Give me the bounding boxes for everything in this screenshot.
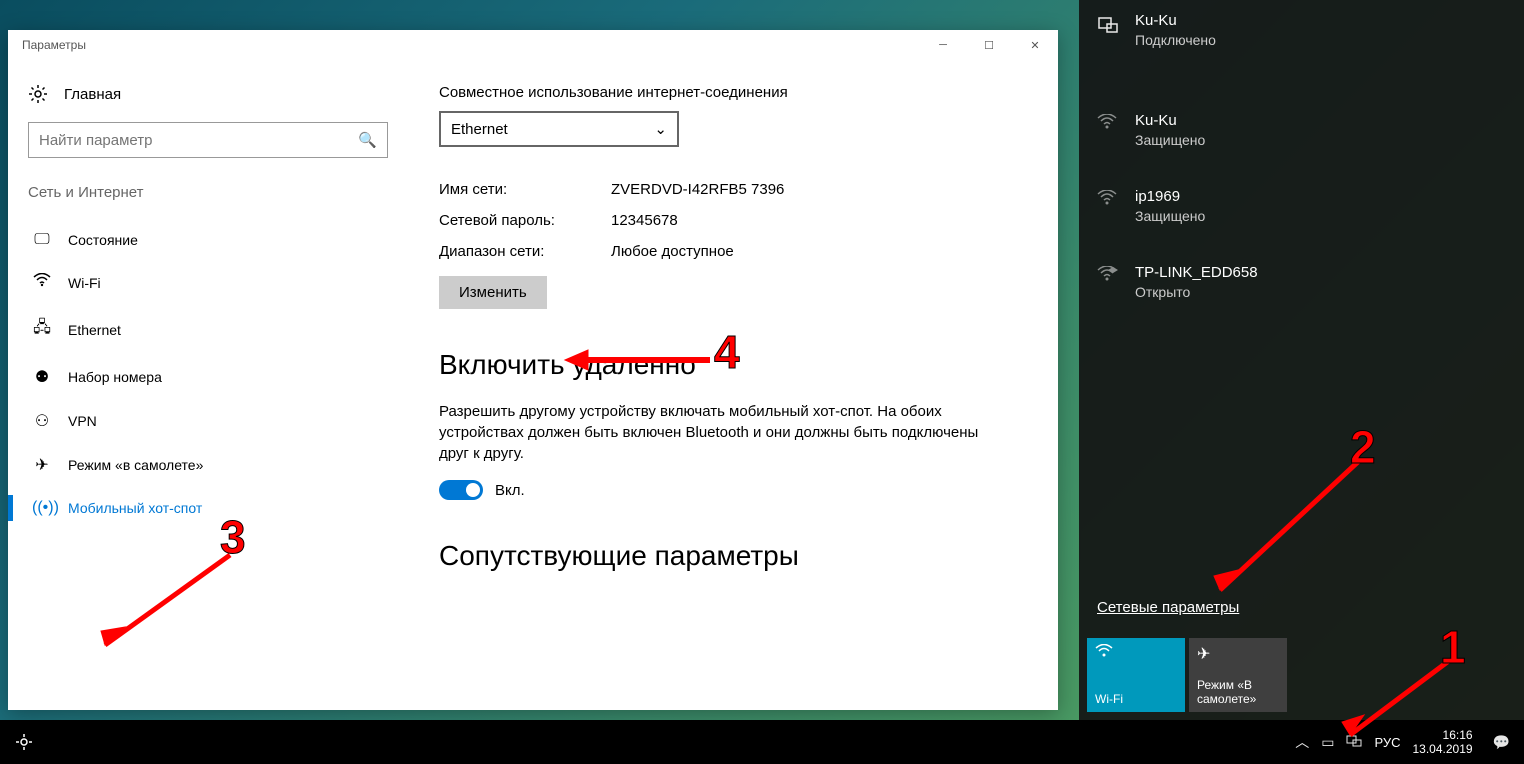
time: 16:16: [1443, 728, 1473, 742]
network-item[interactable]: Ku-Ku Защищено: [1079, 100, 1524, 160]
sidebar-item-wifi[interactable]: Wi-Fi: [28, 261, 403, 304]
battery-icon[interactable]: ▭: [1321, 734, 1334, 751]
network-name: TP-LINK_EDD658: [1135, 264, 1258, 281]
remote-desc: Разрешить другому устройству включать мо…: [439, 401, 979, 464]
share-dropdown[interactable]: Ethernet ⌄: [439, 111, 679, 147]
nav-label: Мобильный хот-спот: [68, 500, 202, 516]
wifi-icon: [32, 273, 52, 292]
sidebar: Главная 🔍 Сеть и Интернет 🖵 Состояние Wi…: [8, 60, 423, 710]
section-label: Сеть и Интернет: [28, 184, 403, 201]
settings-window: Параметры ─ ☐ ✕ Главная 🔍 Сеть и Интерне…: [8, 30, 1058, 710]
ethernet-icon: 🖧: [32, 316, 52, 343]
wifi-open-icon: [1097, 266, 1119, 288]
dropdown-value: Ethernet: [451, 121, 508, 138]
network-status: Подключено: [1135, 32, 1216, 48]
ethernet-icon: [1097, 14, 1119, 36]
search-field[interactable]: [39, 132, 358, 149]
prop-val-name: ZVERDVD-I42RFB5 7396: [611, 181, 784, 198]
search-input[interactable]: 🔍: [28, 122, 388, 158]
hotspot-icon: ((•)): [32, 499, 52, 517]
sidebar-item-dialup[interactable]: ⚉ Набор номера: [28, 355, 403, 399]
home-link[interactable]: Главная: [28, 84, 403, 104]
sidebar-item-status[interactable]: 🖵 Состояние: [28, 219, 403, 261]
network-status: Открыто: [1135, 284, 1258, 300]
clock[interactable]: 16:16 13.04.2019: [1413, 728, 1473, 757]
nav-label: VPN: [68, 413, 97, 429]
network-name: ip1969: [1135, 188, 1205, 205]
network-name: Ku-Ku: [1135, 112, 1205, 129]
sidebar-item-hotspot[interactable]: ((•)) Мобильный хот-спот: [28, 487, 403, 529]
prop-val-password: 12345678: [611, 212, 678, 229]
wifi-icon: [1097, 114, 1119, 136]
quick-action-wifi[interactable]: Wi-Fi: [1087, 638, 1185, 712]
sidebar-item-airplane[interactable]: ✈ Режим «в самолете»: [28, 443, 403, 487]
network-flyout: Ku-Ku Подключено Ku-Ku Защищено ip1969 З…: [1079, 0, 1524, 720]
wifi-icon: [1095, 644, 1177, 663]
close-button[interactable]: ✕: [1012, 30, 1058, 60]
remote-title: Включить удаленно: [439, 349, 1028, 381]
nav-label: Wi-Fi: [68, 275, 101, 291]
window-title: Параметры: [16, 38, 86, 52]
wifi-icon: [1097, 190, 1119, 212]
nav-label: Режим «в самолете»: [68, 457, 203, 473]
network-item-connected[interactable]: Ku-Ku Подключено: [1079, 0, 1524, 60]
airplane-icon: ✈: [1197, 644, 1279, 664]
network-item[interactable]: ip1969 Защищено: [1079, 176, 1524, 236]
change-button[interactable]: Изменить: [439, 276, 547, 309]
prop-key-password: Сетевой пароль:: [439, 212, 611, 229]
sidebar-item-ethernet[interactable]: 🖧 Ethernet: [28, 304, 403, 355]
dialup-icon: ⚉: [32, 367, 52, 387]
sidebar-item-vpn[interactable]: ⚇ VPN: [28, 399, 403, 443]
start-button[interactable]: [0, 720, 48, 764]
minimize-button[interactable]: ─: [920, 30, 966, 60]
gear-icon: [15, 733, 33, 751]
tray-chevron-icon[interactable]: ︿: [1295, 732, 1309, 752]
remote-toggle[interactable]: [439, 480, 483, 500]
content-pane: Совместное использование интернет-соедин…: [423, 60, 1058, 710]
home-label: Главная: [64, 86, 121, 103]
network-status: Защищено: [1135, 132, 1205, 148]
network-item[interactable]: TP-LINK_EDD658 Открыто: [1079, 252, 1524, 312]
airplane-icon: ✈: [32, 455, 52, 475]
gear-icon: [28, 84, 48, 104]
network-status: Защищено: [1135, 208, 1205, 224]
search-icon: 🔍: [358, 131, 377, 149]
network-settings-link[interactable]: Сетевые параметры: [1097, 599, 1239, 616]
action-center-icon[interactable]: 💬: [1493, 734, 1510, 751]
prop-key-name: Имя сети:: [439, 181, 611, 198]
chevron-down-icon: ⌄: [654, 120, 667, 138]
status-icon: 🖵: [32, 231, 52, 249]
network-tray-icon[interactable]: [1346, 734, 1362, 751]
tile-label: Режим «В самолете»: [1197, 678, 1279, 706]
share-label: Совместное использование интернет-соедин…: [439, 84, 1028, 101]
maximize-button[interactable]: ☐: [966, 30, 1012, 60]
nav-label: Состояние: [68, 232, 138, 248]
quick-action-airplane[interactable]: ✈ Режим «В самолете»: [1189, 638, 1287, 712]
toggle-label: Вкл.: [495, 482, 525, 499]
network-name: Ku-Ku: [1135, 12, 1216, 29]
nav-label: Ethernet: [68, 322, 121, 338]
vpn-icon: ⚇: [32, 411, 52, 431]
related-title: Сопутствующие параметры: [439, 540, 1028, 572]
tile-label: Wi-Fi: [1095, 692, 1177, 706]
date: 13.04.2019: [1413, 742, 1473, 756]
language-indicator[interactable]: РУС: [1374, 735, 1400, 750]
prop-key-band: Диапазон сети:: [439, 243, 611, 260]
prop-val-band: Любое доступное: [611, 243, 734, 260]
taskbar: ︿ ▭ РУС 16:16 13.04.2019 💬: [0, 720, 1524, 764]
titlebar[interactable]: Параметры ─ ☐ ✕: [8, 30, 1058, 60]
nav-label: Набор номера: [68, 369, 162, 385]
